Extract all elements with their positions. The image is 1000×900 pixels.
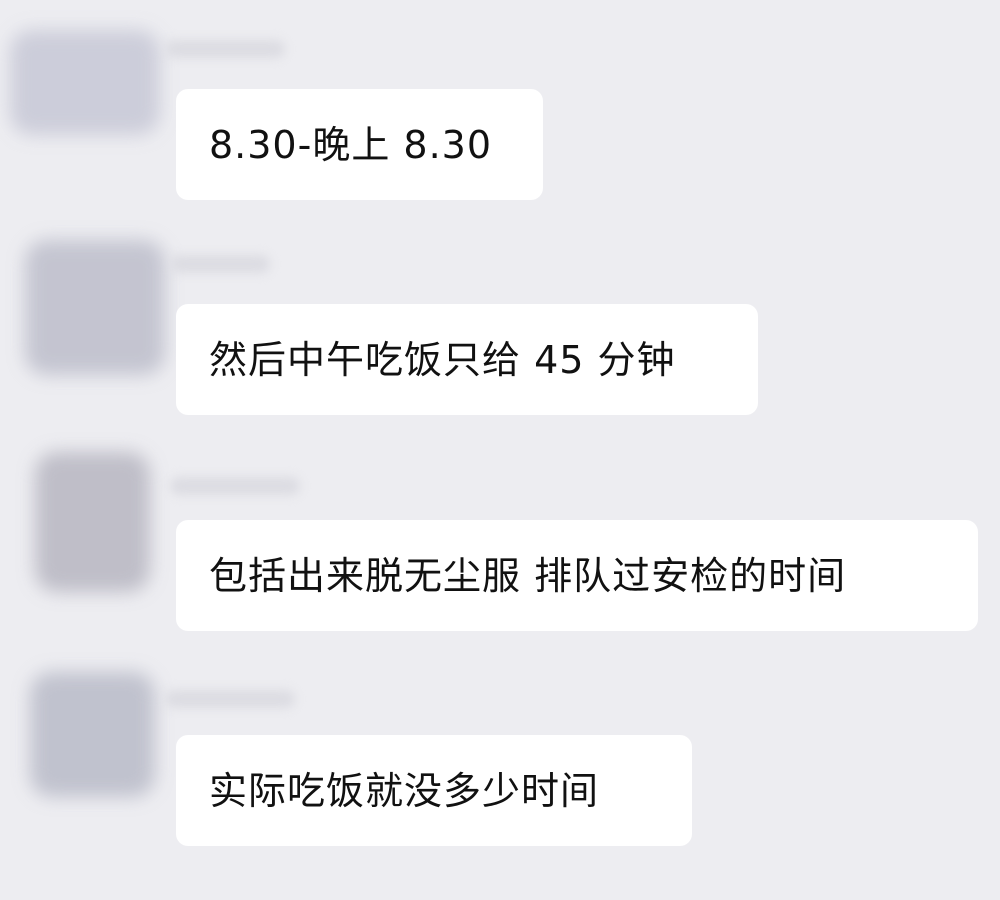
sender-name-blurred (165, 690, 295, 708)
message-text: 8.30-晚上 8.30 (209, 122, 493, 167)
avatar[interactable] (30, 672, 155, 797)
avatar[interactable] (35, 452, 150, 592)
message-bubble[interactable]: 8.30-晚上 8.30 (176, 89, 543, 200)
message-text: 包括出来脱无尘服 排队过安检的时间 (209, 553, 847, 598)
chat-window: 8.30-晚上 8.30 然后中午吃饭只给 45 分钟 包括出来脱无尘服 排队过… (0, 0, 1000, 900)
message-bubble[interactable]: 然后中午吃饭只给 45 分钟 (176, 304, 758, 415)
avatar[interactable] (10, 30, 160, 135)
message-text: 实际吃饭就没多少时间 (209, 768, 600, 813)
message-bubble[interactable]: 包括出来脱无尘服 排队过安检的时间 (176, 520, 978, 631)
message-bubble[interactable]: 实际吃饭就没多少时间 (176, 735, 692, 846)
sender-name-blurred (165, 40, 285, 58)
sender-name-blurred (170, 255, 270, 273)
avatar[interactable] (25, 240, 165, 375)
sender-name-blurred (170, 477, 300, 495)
message-text: 然后中午吃饭只给 45 分钟 (209, 337, 676, 382)
